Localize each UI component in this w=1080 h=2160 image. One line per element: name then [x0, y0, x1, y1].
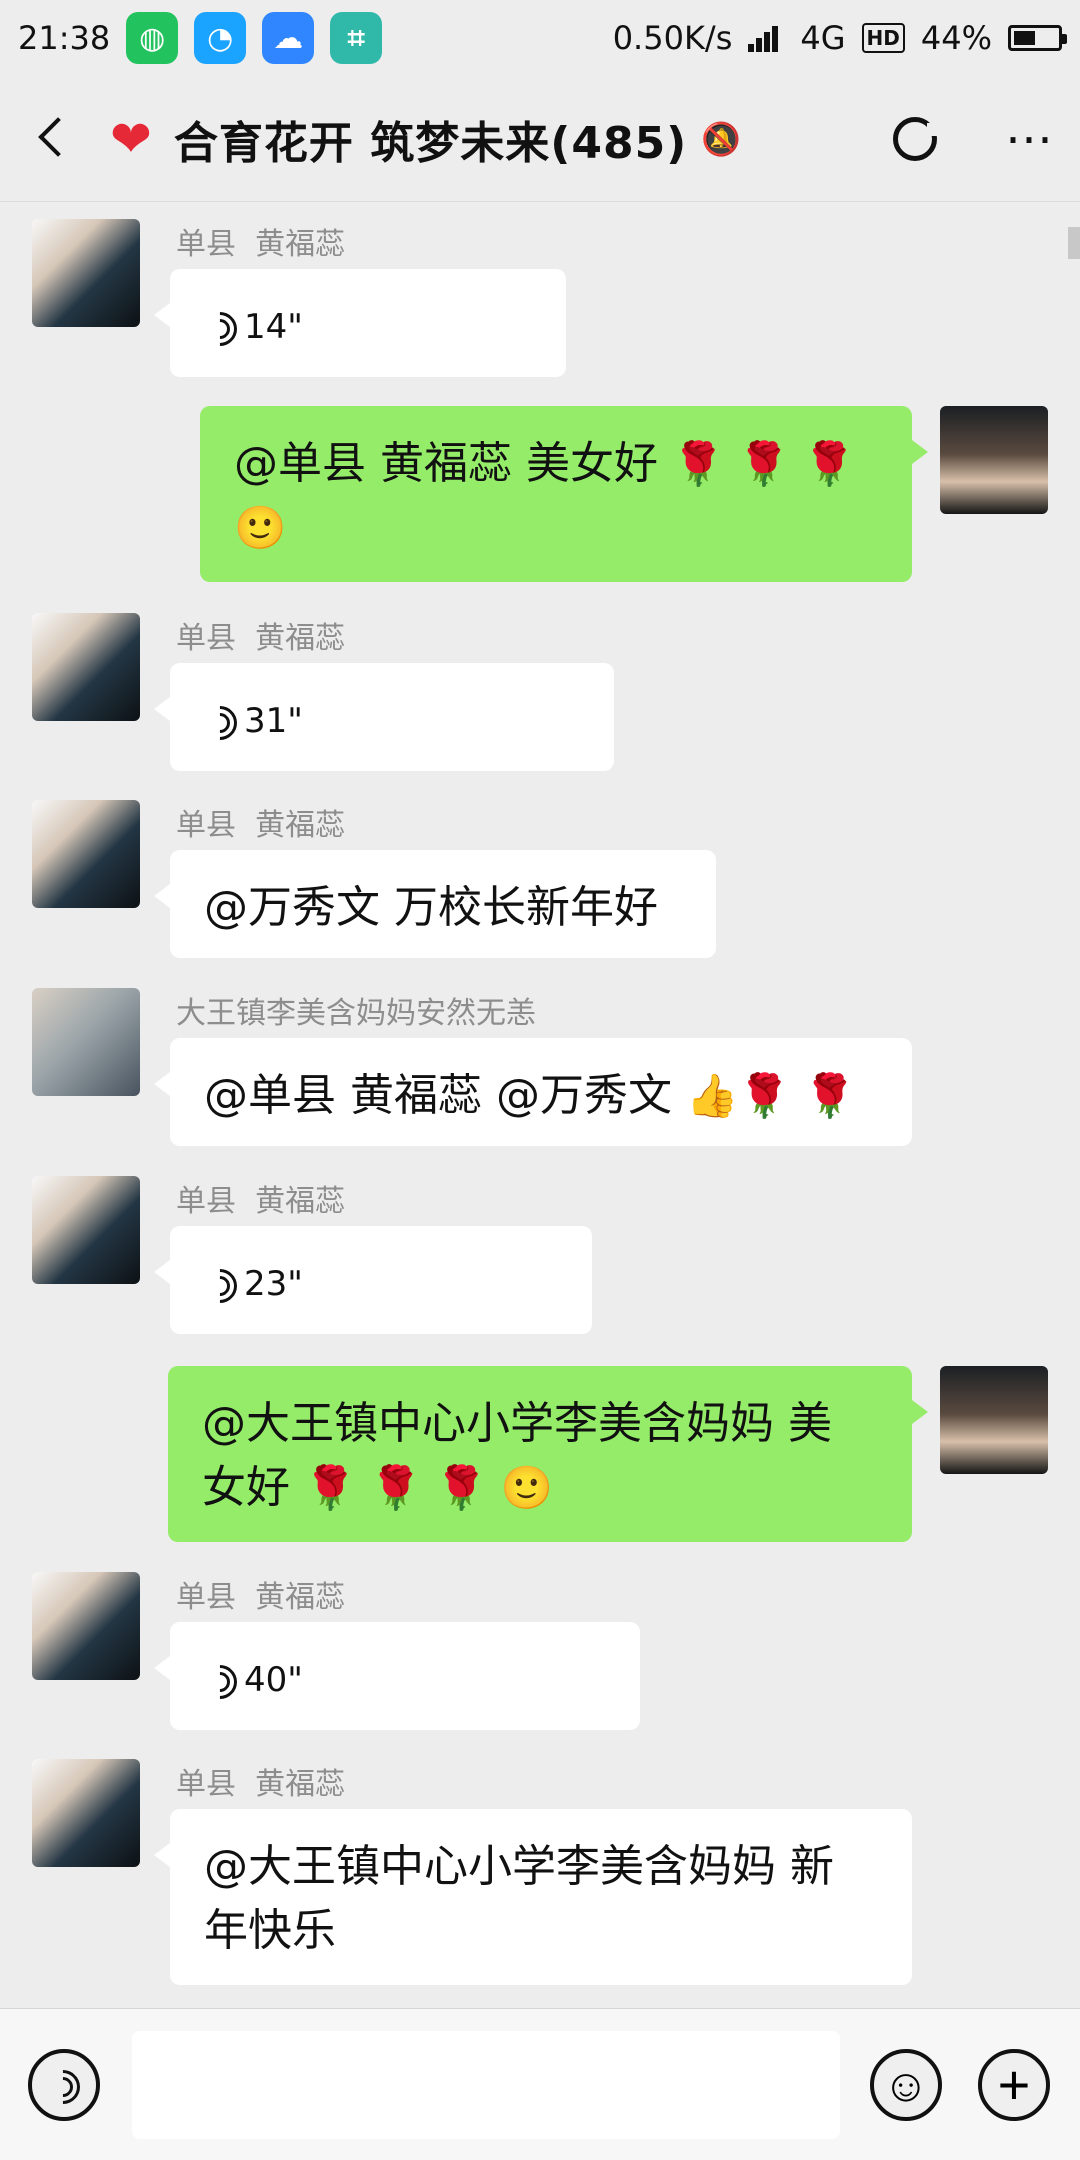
avatar[interactable] — [32, 1572, 140, 1680]
text-message[interactable]: @大王镇中心小学李美含妈妈 新 年快乐 — [154, 1809, 912, 1985]
scan-app-icon: ⌗ — [330, 12, 383, 64]
sender-name: 单县 黄福蕊 — [176, 1184, 346, 1219]
network-speed: 0.50K/s — [612, 19, 733, 57]
message-row: 单县 黄福蕊 @大王镇中心小学李美含妈妈 新 年快乐 — [0, 1759, 1080, 1989]
sender-name: 单县 黄福蕊 — [176, 621, 346, 656]
text-message[interactable]: @单县 黄福蕊 @万秀文 👍🌹 🌹 — [154, 1038, 912, 1146]
sender-name: 单县 黄福蕊 — [176, 227, 346, 262]
voice-message[interactable]: 14" — [154, 269, 566, 377]
more-actions-button[interactable]: + — [978, 2049, 1050, 2121]
voice-content: 14" — [204, 295, 532, 359]
chat-title: 合育花开 筑梦未来(485) — [173, 117, 688, 169]
more-icon[interactable]: ⋯ — [1005, 115, 1056, 163]
sender-name: 单县 黄福蕊 — [176, 1580, 346, 1615]
status-right: 0.50K/s 4G HD 44% — [612, 19, 1067, 57]
weather-app-icon: ☁ — [262, 12, 315, 64]
voice-message[interactable]: 23" — [154, 1226, 592, 1334]
message-text: @单县 黄福蕊 @万秀文 — [204, 1070, 672, 1121]
message-text: @万秀文 万校长新年好 — [204, 882, 658, 933]
sender-name: 大王镇李美含妈妈安然无恙 — [176, 996, 536, 1031]
battery-percent: 44% — [920, 19, 992, 57]
sender-name: 单县 黄福蕊 — [176, 1767, 346, 1802]
voice-message[interactable]: 31" — [154, 663, 614, 771]
voice-icon — [204, 305, 238, 349]
signal-strength-icon — [748, 24, 784, 52]
reaction-emojis: 🌹 🌹 🌹 🙂 — [304, 1463, 554, 1512]
voice-message[interactable]: 40" — [154, 1622, 640, 1730]
emoji-button[interactable]: ☺ — [870, 2049, 942, 2121]
heart-icon: ❤ — [110, 109, 152, 168]
voice-icon — [47, 2063, 81, 2107]
text-message[interactable]: @大王镇中心小学李美含妈妈 美 女好 🌹 🌹 🌹 🙂 — [168, 1366, 928, 1542]
message-row: 大王镇李美含妈妈安然无恙 @单县 黄福蕊 @万秀文 👍🌹 🌹 — [0, 988, 1080, 1148]
back-icon[interactable] — [24, 111, 80, 167]
message-text: @单县 黄福蕊 美女好 — [234, 438, 658, 489]
voice-duration: 23" — [244, 1264, 303, 1304]
message-text-line2: 年快乐 — [204, 1905, 336, 1956]
avatar[interactable] — [32, 613, 140, 721]
message-row: @大王镇中心小学李美含妈妈 美 女好 🌹 🌹 🌹 🙂 — [0, 1366, 1080, 1550]
message-text-line2: 女好 — [202, 1462, 290, 1513]
status-left: 21:38 ◍ ◔ ☁ ⌗ — [18, 12, 383, 64]
rose-emoji: 🌹 🌹 🌹 — [671, 439, 856, 488]
network-label: 4G — [800, 19, 846, 57]
message-input[interactable] — [132, 2031, 840, 2139]
sender-name: 单县 黄福蕊 — [176, 808, 346, 843]
text-message[interactable]: @单县 黄福蕊 美女好 🌹 🌹 🌹 🙂 — [200, 406, 928, 582]
qq-browser-app-icon: ◔ — [194, 12, 247, 64]
voice-icon — [204, 1658, 238, 1702]
status-bar: 21:38 ◍ ◔ ☁ ⌗ 0.50K/s 4G HD 44% — [0, 0, 1080, 76]
voice-input-button[interactable] — [28, 2049, 100, 2121]
message-row: 单县 黄福蕊 40" — [0, 1572, 1080, 1732]
message-row: 单县 黄福蕊 @万秀文 万校长新年好 — [0, 800, 1080, 960]
avatar[interactable] — [32, 1759, 140, 1867]
message-row: 单县 黄福蕊 14" — [0, 219, 1080, 379]
emoji-icon: ☺ — [882, 2059, 930, 2111]
avatar[interactable] — [32, 1176, 140, 1284]
voice-duration: 40" — [244, 1660, 303, 1700]
voice-duration: 14" — [244, 307, 303, 347]
battery-level — [1014, 31, 1035, 45]
wechat-app-icon: ◍ — [126, 12, 179, 64]
mute-icon: 🔕 — [701, 119, 742, 158]
voice-duration: 31" — [244, 701, 303, 741]
hd-label: HD — [861, 23, 905, 53]
refresh-icon[interactable] — [893, 116, 940, 161]
voice-content: 31" — [204, 689, 580, 753]
message-row: 单县 黄福蕊 23" — [0, 1176, 1080, 1336]
voice-content: 40" — [204, 1648, 606, 1712]
message-row: @单县 黄福蕊 美女好 🌹 🌹 🌹 🙂 — [0, 406, 1080, 590]
avatar[interactable] — [32, 988, 140, 1096]
avatar[interactable] — [940, 1366, 1048, 1474]
reaction-emojis: 👍🌹 🌹 — [685, 1071, 857, 1120]
chat-header: ❤ 合育花开 筑梦未来(485) 🔕 ⋯ — [0, 76, 1080, 202]
plus-icon: + — [997, 2053, 1031, 2116]
smiley-emoji: 🙂 — [234, 503, 287, 552]
message-input-bar: ☺ + — [0, 2008, 1080, 2160]
avatar[interactable] — [32, 219, 140, 327]
voice-icon — [204, 1262, 238, 1306]
message-text-line1: @大王镇中心小学李美含妈妈 新 — [204, 1841, 834, 1892]
avatar[interactable] — [32, 800, 140, 908]
voice-content: 23" — [204, 1252, 558, 1316]
message-row: 单县 黄福蕊 31" — [0, 613, 1080, 773]
message-text-line1: @大王镇中心小学李美含妈妈 美 — [202, 1398, 832, 1449]
avatar[interactable] — [940, 406, 1048, 514]
chat-message-list[interactable]: 单县 黄福蕊 14" @单县 黄福蕊 美女好 🌹 🌹 🌹 🙂 单县 黄福蕊 31… — [0, 203, 1080, 2003]
status-time: 21:38 — [18, 19, 111, 57]
text-message[interactable]: @万秀文 万校长新年好 — [154, 850, 716, 958]
voice-icon — [204, 699, 238, 743]
battery-icon — [1008, 25, 1067, 51]
